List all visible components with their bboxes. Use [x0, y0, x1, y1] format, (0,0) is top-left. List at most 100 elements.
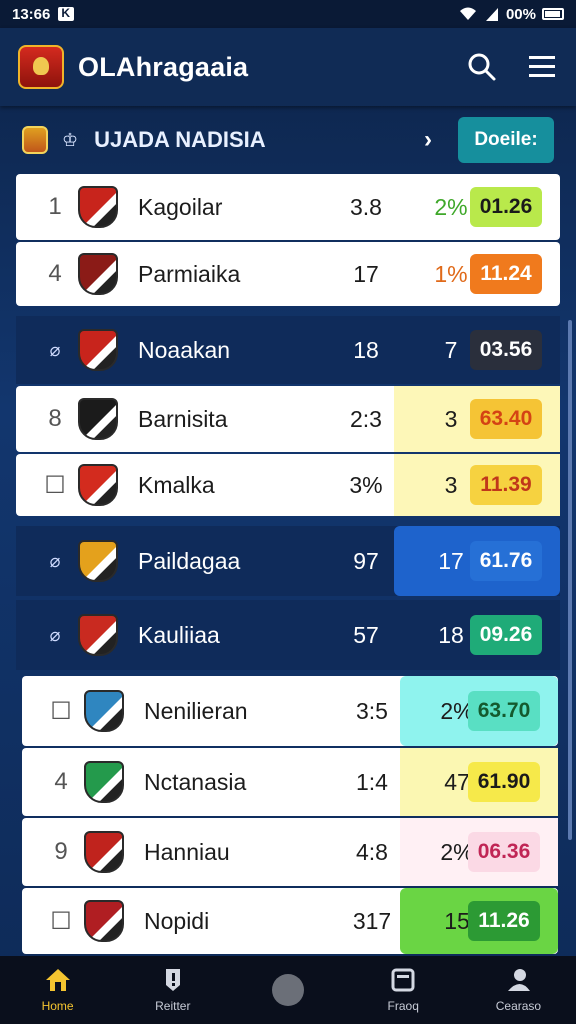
nav-fixtures[interactable]: Fraoq — [346, 956, 461, 1024]
status-bar: 13:66 00% — [0, 0, 576, 28]
signal-icon — [485, 8, 498, 21]
team-badge-icon — [78, 186, 118, 228]
notification-icon — [58, 6, 75, 21]
team-badge-icon — [84, 900, 124, 942]
row-rank: 4 — [54, 768, 68, 795]
table-row[interactable]: ☐ Nopidi 317 15 11.26 — [22, 888, 558, 954]
odds-pill[interactable]: 11.26 — [468, 901, 540, 941]
team-name: Kmalka — [138, 471, 215, 498]
team-name: Nopidi — [144, 907, 210, 934]
row-status-icon: ☐ — [50, 697, 72, 725]
team-badge-icon — [78, 614, 118, 656]
team-badge-icon — [84, 690, 124, 732]
scrollbar[interactable] — [568, 320, 572, 840]
bottom-nav: Home Reitter Fraoq Cearaso — [0, 956, 576, 1024]
table-row[interactable]: ⌀ Noaakan 18 7 03.56 — [16, 316, 560, 384]
team-name: Nctanasia — [144, 768, 247, 795]
team-name: Paildagaa — [138, 547, 241, 574]
team-name: Noaakan — [138, 336, 231, 363]
nav-fixtures-label: Fraoq — [387, 999, 419, 1013]
odds-pill[interactable]: 63.70 — [468, 691, 540, 731]
row-status-icon: ☐ — [44, 471, 66, 499]
search-button[interactable] — [466, 51, 498, 83]
nav-profile-label: Cearaso — [495, 999, 542, 1013]
team-name: Kagoilar — [138, 193, 223, 220]
nav-home-label: Home — [41, 999, 74, 1013]
team-badge-icon — [84, 761, 124, 803]
trophy-icon: ♔ — [62, 129, 79, 150]
odds-pill[interactable]: 61.76 — [470, 541, 542, 581]
stat-value-1: 97 — [353, 547, 379, 574]
details-button[interactable]: Doeile: — [458, 117, 554, 163]
table-row[interactable]: 1 Kagoilar 3.8 2% 01.26 — [16, 174, 560, 240]
odds-pill[interactable]: 63.40 — [470, 399, 542, 439]
team-name: Barnisita — [138, 405, 228, 432]
stat-value-1: 18 — [353, 336, 379, 363]
stat-value-1: 317 — [352, 907, 392, 934]
chevron-right-icon[interactable]: › — [424, 126, 432, 154]
stat-value-1: 3:5 — [356, 697, 388, 724]
fixtures-icon — [391, 968, 415, 992]
team-name: Nenilieran — [144, 697, 248, 724]
odds-pill[interactable]: 11.39 — [470, 465, 542, 505]
league-selector[interactable]: ♔ UJADA NADISIA › Doeile: — [0, 112, 576, 168]
table-row[interactable]: ☐ Kmalka 3% 3 11.39 — [16, 454, 560, 516]
stat-value-1: 1:4 — [356, 768, 388, 795]
row-rank: 8 — [48, 405, 62, 432]
stat-value-2: 1% — [434, 260, 468, 287]
league-crest — [22, 126, 48, 154]
stat-value-2: 17 — [438, 547, 464, 574]
team-badge-icon — [84, 831, 124, 873]
stat-value-2: 3 — [444, 471, 458, 498]
stat-value-1: 2:3 — [350, 405, 382, 432]
stat-value-2: 3 — [444, 405, 458, 432]
search-icon — [468, 53, 496, 81]
table-row[interactable]: 4 Parmiaika 17 1% 11.24 — [16, 242, 560, 306]
team-badge-icon — [78, 329, 118, 371]
team-name: Kauliiaa — [138, 621, 220, 648]
row-status-icon: ⌀ — [49, 624, 61, 645]
stat-value-1: 3.8 — [350, 193, 382, 220]
home-icon — [45, 969, 70, 991]
nav-reitter-label: Reitter — [155, 999, 191, 1013]
team-badge-icon — [78, 540, 118, 582]
profile-icon — [508, 969, 531, 991]
app-bar: OLAhragaaia — [0, 28, 576, 106]
odds-pill[interactable]: 01.26 — [470, 187, 542, 227]
status-time: 13:66 — [12, 5, 51, 23]
app-title: OLAhragaaia — [78, 51, 249, 82]
table-row[interactable]: 9 Hanniau 4:8 2% 06.36 — [22, 818, 558, 886]
team-name: Hanniau — [144, 838, 230, 865]
stat-value-1: 3% — [349, 471, 383, 498]
team-badge-icon — [78, 398, 118, 440]
stat-value-2: 18 — [438, 621, 464, 648]
stat-value-1: 4:8 — [356, 838, 388, 865]
table-row[interactable]: 4 Nctanasia 1:4 47 61.90 — [22, 748, 558, 816]
nav-profile[interactable]: Cearaso — [461, 956, 576, 1024]
hamburger-icon — [529, 56, 555, 77]
table-row[interactable]: ☐ Nenilieran 3:5 2% 63.70 — [22, 676, 558, 746]
table-row[interactable]: 8 Barnisita 2:3 3 63.40 — [16, 386, 560, 452]
odds-pill[interactable]: 06.36 — [468, 832, 540, 872]
battery-icon — [542, 8, 564, 20]
stat-value-2: 2% — [434, 193, 468, 220]
odds-pill[interactable]: 03.56 — [470, 330, 542, 370]
table-row[interactable]: ⌀ Paildagaa 97 17 61.76 — [16, 526, 560, 596]
stat-value-1: 57 — [353, 621, 379, 648]
team-badge-icon — [78, 464, 118, 506]
nav-reitter[interactable]: Reitter — [115, 956, 230, 1024]
odds-pill[interactable]: 09.26 — [470, 615, 542, 655]
odds-pill[interactable]: 11.24 — [470, 254, 542, 294]
row-rank: 4 — [48, 260, 62, 287]
nav-center[interactable] — [230, 956, 345, 1024]
table-row[interactable]: ⌀ Kauliiaa 57 18 09.26 — [16, 600, 560, 670]
team-name: Parmiaika — [138, 260, 241, 287]
row-status-icon: ☐ — [50, 907, 72, 935]
odds-pill[interactable]: 61.90 — [468, 762, 540, 802]
row-status-icon: ⌀ — [49, 339, 61, 360]
wifi-icon — [459, 7, 476, 20]
nav-home[interactable]: Home — [0, 956, 115, 1024]
menu-button[interactable] — [526, 51, 558, 83]
stat-value-1: 17 — [353, 260, 379, 287]
team-badge-icon — [78, 253, 118, 295]
